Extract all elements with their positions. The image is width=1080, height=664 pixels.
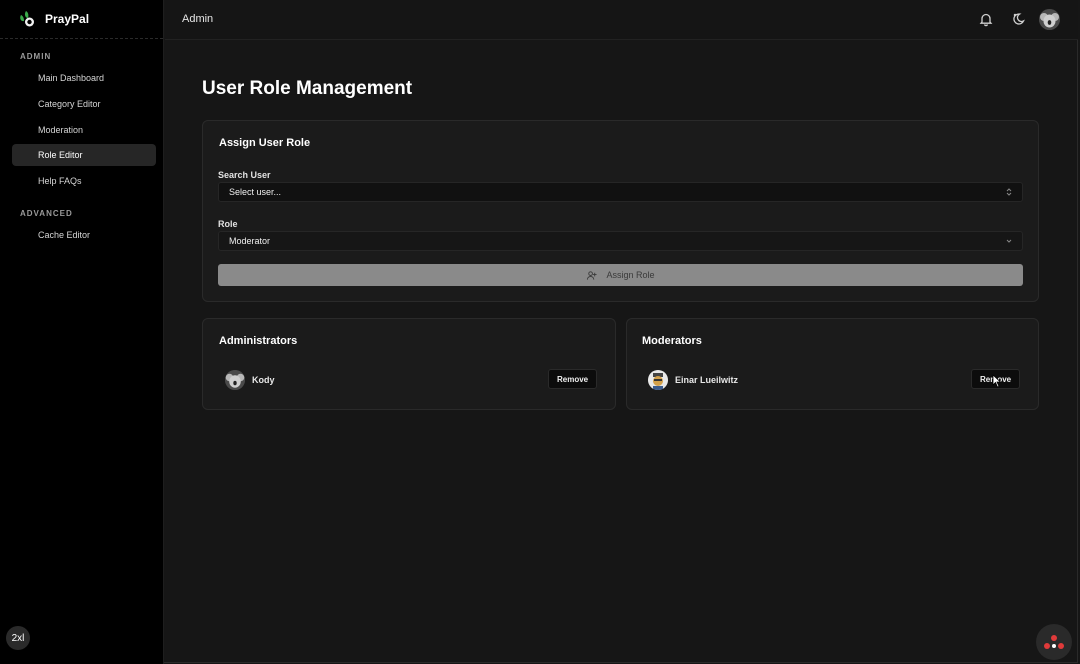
avatar	[225, 370, 245, 390]
sidebar-item-moderation[interactable]: Moderation	[12, 119, 156, 141]
chevron-down-icon	[1006, 239, 1012, 243]
topbar: Admin	[165, 0, 1078, 40]
moderator-list-item: Einar Lueilwitz	[648, 369, 738, 391]
role-select[interactable]: Moderator	[218, 231, 1023, 251]
role-select-value: Moderator	[229, 236, 271, 246]
remove-admin-button[interactable]: Remove	[548, 369, 598, 389]
sidebar-item-role-editor[interactable]: Role Editor	[12, 144, 156, 166]
floating-action-button[interactable]	[1036, 624, 1072, 660]
moderator-user-name: Einar Lueilwitz	[675, 375, 739, 385]
brand[interactable]: PrayPal	[0, 0, 163, 39]
sidebar-section-admin: ADMIN	[20, 52, 52, 61]
theme-toggle-icon[interactable]	[1010, 11, 1026, 27]
bell-icon[interactable]	[978, 11, 994, 27]
koala-avatar-icon	[1039, 9, 1060, 30]
assign-role-button[interactable]: Assign Role	[218, 264, 1023, 286]
role-label: Role	[218, 219, 238, 229]
mouse-cursor-icon	[992, 374, 1002, 388]
moderators-card: Moderators	[626, 318, 1039, 410]
avatar	[648, 370, 668, 390]
praypal-logo-icon	[20, 11, 34, 27]
search-user-select[interactable]: Select user...	[218, 182, 1023, 202]
sidebar-item-main-dashboard[interactable]: Main Dashboard	[12, 67, 156, 89]
triangle-dots-icon	[1044, 635, 1064, 649]
sidebar-item-cache-editor[interactable]: Cache Editor	[12, 224, 156, 246]
page-title: User Role Management	[202, 78, 413, 99]
administrators-title: Administrators	[219, 335, 298, 347]
user-plus-icon	[587, 270, 598, 280]
admin-list-item: Kody	[225, 369, 275, 391]
breakpoint-badge: 2xl	[6, 626, 30, 650]
sidebar-item-category-editor[interactable]: Category Editor	[12, 93, 156, 115]
user-avatar[interactable]	[1039, 9, 1060, 30]
search-user-label: Search User	[218, 170, 271, 180]
chevrons-up-down-icon	[1006, 188, 1012, 196]
person-avatar-icon	[648, 370, 668, 390]
sidebar-section-advanced: ADVANCED	[20, 209, 73, 218]
assign-card-title: Assign User Role	[219, 137, 311, 149]
sidebar-item-help-faqs[interactable]: Help FAQs	[12, 170, 156, 192]
sidebar: PrayPal ADMIN Main Dashboard Category Ed…	[0, 0, 164, 664]
administrators-card: Administrators	[202, 318, 616, 410]
moderators-title: Moderators	[642, 335, 702, 347]
breadcrumb[interactable]: Admin	[182, 13, 213, 25]
koala-avatar-icon	[225, 370, 245, 390]
search-user-placeholder: Select user...	[229, 187, 282, 197]
admin-user-name: Kody	[252, 375, 275, 385]
assign-role-label: Assign Role	[606, 270, 655, 280]
app-name: PrayPal	[45, 12, 90, 26]
